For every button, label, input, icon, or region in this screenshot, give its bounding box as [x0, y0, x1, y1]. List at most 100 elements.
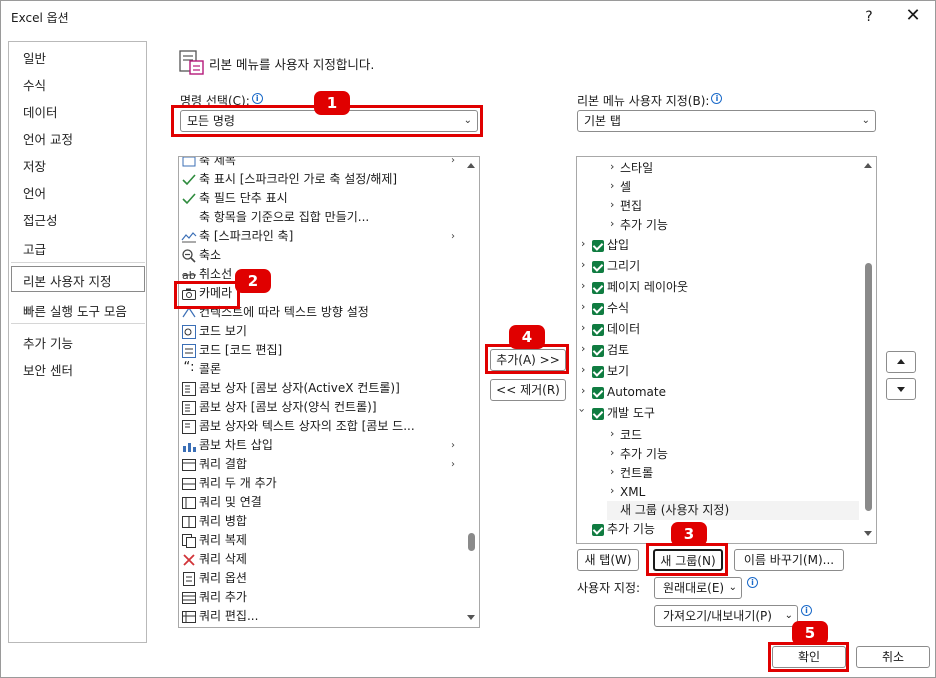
ribbon-tabs-tree[interactable]: › 스타일 › 셀 › 편집 › 추가 기능 › 삽입 › 그리기 › 페이지 … — [576, 156, 877, 544]
nav-item-language[interactable]: 언어 — [23, 183, 46, 202]
tree-item[interactable]: 스타일 — [620, 159, 653, 178]
expand-chevron-icon[interactable]: › — [581, 342, 585, 355]
nav-item-data[interactable]: 데이터 — [23, 102, 58, 121]
triangle-down-icon — [897, 387, 905, 392]
tree-tab-automate[interactable]: Automate — [607, 383, 666, 402]
reset-dropdown[interactable]: 원래대로(E) ⌄ — [654, 577, 742, 599]
expand-chevron-icon[interactable]: › — [581, 279, 585, 292]
tab-checkbox[interactable] — [592, 261, 604, 273]
tree-item[interactable]: 컨트롤 — [620, 464, 653, 483]
checkmark-icon — [182, 174, 196, 186]
info-icon[interactable]: i — [711, 93, 723, 104]
commands-scrollbar[interactable] — [465, 157, 478, 627]
tab-checkbox[interactable] — [592, 282, 604, 294]
tree-tab-review[interactable]: 검토 — [607, 341, 629, 360]
ribbon-tree-scrollbar[interactable] — [862, 157, 875, 543]
tree-item[interactable]: 추가 기능 — [620, 216, 668, 235]
nav-item-customize-ribbon[interactable]: 리본 사용자 지정 — [23, 271, 111, 290]
combo-box-icon — [182, 382, 196, 396]
tree-tab-formulas[interactable]: 수식 — [607, 299, 629, 318]
expand-chevron-icon[interactable]: › — [581, 237, 585, 250]
move-up-button[interactable] — [886, 351, 916, 373]
close-button[interactable]: ✕ — [899, 5, 927, 29]
list-item[interactable]: 쿼리 결합 › — [179, 455, 464, 474]
tab-checkbox[interactable] — [592, 524, 604, 536]
scroll-down-arrow-icon[interactable] — [467, 615, 475, 620]
nav-item-advanced[interactable]: 고급 — [23, 239, 46, 258]
window-title: Excel 옵션 — [11, 11, 69, 25]
add-query-icon — [182, 592, 196, 604]
tab-checkbox[interactable] — [592, 303, 604, 315]
nav-item-quick-access-toolbar[interactable]: 빠른 실행 도구 모음 — [23, 301, 127, 320]
expand-chevron-icon[interactable]: › — [610, 198, 614, 211]
nav-item-add-ins[interactable]: 추가 기능 — [23, 333, 73, 352]
scroll-thumb[interactable] — [865, 263, 872, 511]
tree-item[interactable]: 코드 — [620, 426, 642, 445]
tree-tab-page-layout[interactable]: 페이지 레이아웃 — [607, 278, 688, 297]
tree-tab-developer[interactable]: 개발 도구 — [607, 404, 655, 423]
step-badge-5: 5 — [792, 621, 828, 645]
tree-tab-view[interactable]: 보기 — [607, 362, 629, 381]
tree-tab-insert[interactable]: 삽입 — [607, 236, 629, 255]
colon-icon: “: — [183, 360, 195, 375]
expand-chevron-icon[interactable]: › — [610, 484, 614, 497]
expand-chevron-icon[interactable]: › — [610, 160, 614, 173]
cancel-button[interactable]: 취소 — [856, 646, 930, 668]
tab-checkbox[interactable] — [592, 324, 604, 336]
rename-button[interactable]: 이름 바꾸기(M)... — [734, 549, 844, 571]
expand-chevron-icon[interactable]: › — [581, 321, 585, 334]
expand-chevron-icon[interactable]: › — [610, 465, 614, 478]
import-export-dropdown[interactable]: 가져오기/내보내기(P) ⌄ — [654, 605, 798, 627]
title-bar: Excel 옵션 ? ✕ — [1, 1, 936, 33]
tree-tab-draw[interactable]: 그리기 — [607, 257, 640, 276]
info-icon[interactable]: i — [747, 577, 758, 588]
nav-item-formulas[interactable]: 수식 — [23, 75, 46, 94]
tree-item-new-group[interactable]: 새 그룹 (사용자 지정) — [620, 501, 729, 520]
commands-list[interactable]: 축 제목 › 축 표시 [스파크라인 가로 축 설정/해제] 축 필드 단추 표… — [178, 156, 480, 628]
scroll-up-arrow-icon[interactable] — [864, 163, 872, 168]
customize-ribbon-combo[interactable]: 기본 탭 ⌄ — [577, 110, 876, 132]
expand-chevron-icon[interactable]: › — [581, 300, 585, 313]
nav-item-trust-center[interactable]: 보안 센터 — [23, 360, 73, 379]
scroll-down-arrow-icon[interactable] — [864, 531, 872, 536]
info-icon[interactable]: i — [801, 605, 812, 616]
combo-drop-down-icon — [182, 420, 196, 434]
move-down-button[interactable] — [886, 378, 916, 400]
tree-tab-add-ins[interactable]: 추가 기능 — [607, 520, 655, 539]
tab-checkbox[interactable] — [592, 366, 604, 378]
info-icon[interactable]: i — [251, 93, 263, 104]
remove-button[interactable]: << 제거(R) — [490, 379, 566, 401]
expand-chevron-icon[interactable]: › — [581, 258, 585, 271]
expand-chevron-icon[interactable]: › — [581, 363, 585, 376]
expand-chevron-icon[interactable]: › — [610, 427, 614, 440]
delete-x-icon — [183, 554, 195, 566]
triangle-up-icon — [897, 359, 905, 364]
tree-item[interactable]: XML — [620, 483, 645, 502]
expand-chevron-icon[interactable]: › — [610, 446, 614, 459]
combo-chart-icon — [183, 443, 196, 452]
list-item[interactable]: 축 [스파크라인 축] › — [179, 227, 464, 246]
nav-item-proofing[interactable]: 언어 교정 — [23, 129, 73, 148]
collapse-chevron-icon[interactable]: › — [577, 408, 589, 412]
query-options-icon — [183, 572, 195, 586]
tab-checkbox[interactable] — [592, 345, 604, 357]
tab-checkbox[interactable] — [592, 240, 604, 252]
expand-chevron-icon[interactable]: › — [581, 384, 585, 397]
expand-chevron-icon[interactable]: › — [610, 179, 614, 192]
tab-checkbox[interactable] — [592, 408, 604, 420]
help-button[interactable]: ? — [857, 5, 881, 29]
tree-item[interactable]: 추가 기능 — [620, 445, 668, 464]
scroll-thumb[interactable] — [468, 533, 475, 551]
list-item[interactable]: 콤보 차트 삽입 › — [179, 436, 464, 455]
tab-checkbox[interactable] — [592, 387, 604, 399]
nav-item-accessibility[interactable]: 접근성 — [23, 210, 58, 229]
tree-tab-data[interactable]: 데이터 — [607, 320, 640, 339]
list-item[interactable]: 축 제목 › — [179, 157, 464, 170]
tree-item[interactable]: 편집 — [620, 197, 642, 216]
nav-item-general[interactable]: 일반 — [23, 48, 46, 67]
scroll-up-arrow-icon[interactable] — [467, 163, 475, 168]
new-tab-button[interactable]: 새 탭(W) — [577, 549, 639, 571]
nav-item-save[interactable]: 저장 — [23, 156, 46, 175]
expand-chevron-icon[interactable]: › — [610, 217, 614, 230]
tree-item[interactable]: 셀 — [620, 178, 631, 197]
